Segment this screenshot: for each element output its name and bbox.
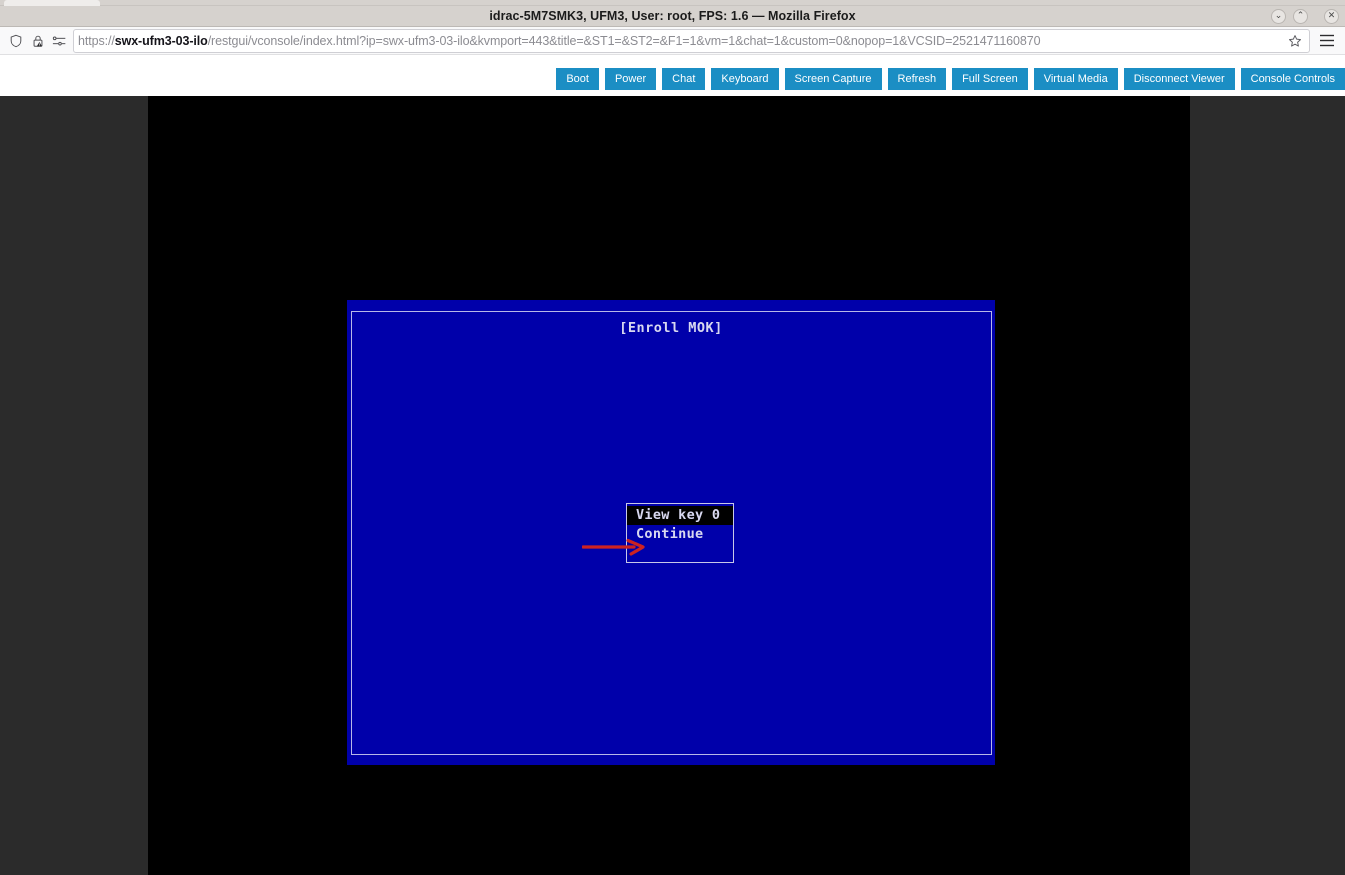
window-controls: ⌄ ⌃ ✕ (1271, 6, 1339, 27)
window-title: idrac-5M7SMK3, UFM3, User: root, FPS: 1.… (489, 9, 855, 23)
mok-menu: View key 0 Continue (626, 503, 734, 563)
url-bar[interactable]: https://swx-ufm3-03-ilo/restgui/vconsole… (73, 29, 1310, 53)
reader-view-icon[interactable] (49, 30, 71, 52)
page-content: Boot Power Chat Keyboard Screen Capture … (0, 56, 1345, 875)
kvm-button-screen-capture[interactable]: Screen Capture (785, 68, 882, 90)
mok-menu-item-view-key[interactable]: View key 0 (627, 506, 733, 525)
mok-screen-title: [Enroll MOK] (347, 320, 995, 336)
bookmark-star-icon[interactable] (1285, 31, 1305, 51)
kvm-button-console-controls[interactable]: Console Controls (1241, 68, 1345, 90)
minimize-icon[interactable]: ⌄ (1271, 9, 1286, 24)
lock-warning-icon[interactable] (27, 30, 49, 52)
kvm-button-chat[interactable]: Chat (662, 68, 705, 90)
remote-console-screen[interactable]: [Enroll MOK] View key 0 Continue (148, 96, 1190, 875)
title-bar: idrac-5M7SMK3, UFM3, User: root, FPS: 1.… (0, 6, 1345, 27)
browser-window: idrac-5M7SMK3, UFM3, User: root, FPS: 1.… (0, 0, 1345, 875)
kvm-button-refresh[interactable]: Refresh (888, 68, 947, 90)
kvm-button-full-screen[interactable]: Full Screen (952, 68, 1028, 90)
mok-enrollment-screen: [Enroll MOK] View key 0 Continue (347, 300, 995, 765)
hamburger-menu-icon[interactable] (1314, 29, 1340, 53)
url-text: https://swx-ufm3-03-ilo/restgui/vconsole… (78, 34, 1285, 48)
kvm-button-power[interactable]: Power (605, 68, 656, 90)
navigation-toolbar: https://swx-ufm3-03-ilo/restgui/vconsole… (0, 27, 1345, 55)
kvm-button-virtual-media[interactable]: Virtual Media (1034, 68, 1118, 90)
maximize-icon[interactable]: ⌃ (1293, 9, 1308, 24)
kvm-button-boot[interactable]: Boot (556, 68, 599, 90)
close-icon[interactable]: ✕ (1324, 9, 1339, 24)
mok-menu-item-continue[interactable]: Continue (627, 525, 733, 544)
shield-icon[interactable] (5, 30, 27, 52)
kvm-toolbar: Boot Power Chat Keyboard Screen Capture … (0, 68, 1345, 90)
kvm-button-disconnect-viewer[interactable]: Disconnect Viewer (1124, 68, 1235, 90)
kvm-button-keyboard[interactable]: Keyboard (711, 68, 778, 90)
